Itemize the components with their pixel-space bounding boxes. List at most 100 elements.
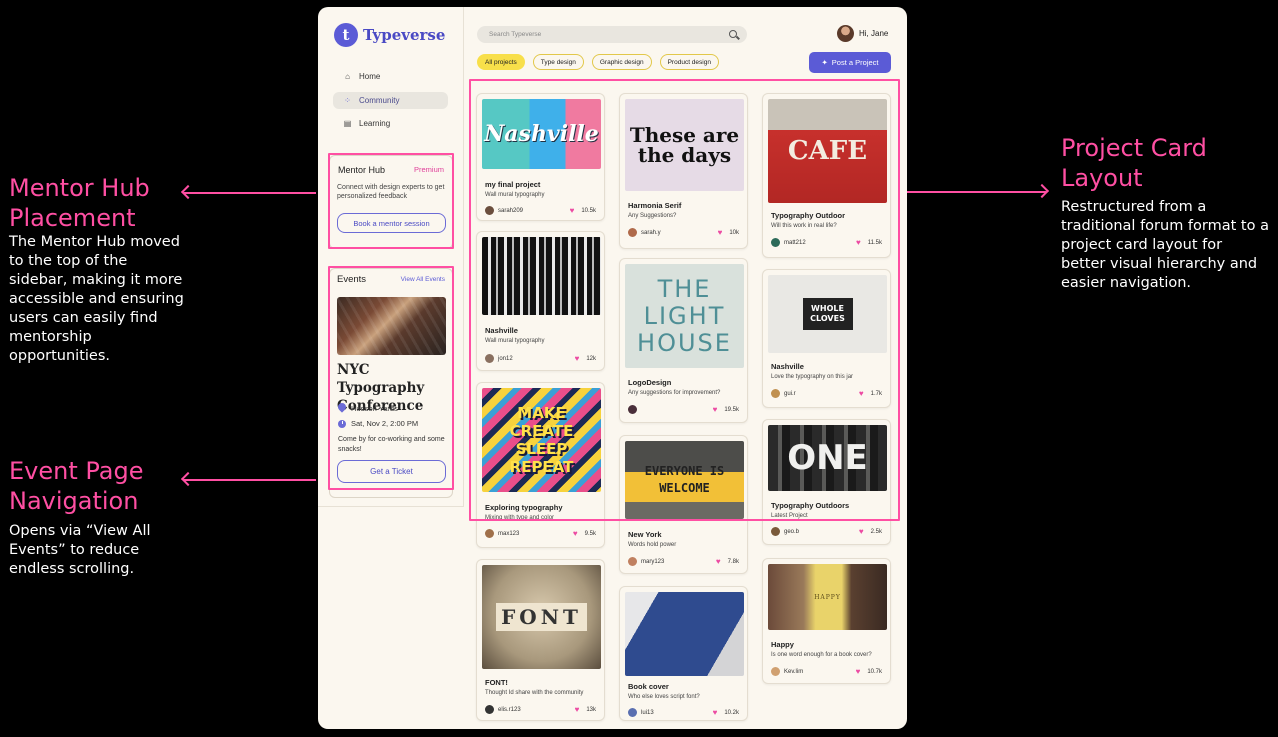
project-title: Exploring typography <box>485 503 563 512</box>
events-title: Events <box>337 274 367 285</box>
user-menu[interactable]: Hi, Jane <box>837 25 888 42</box>
project-card[interactable]: HAPPY Happy Is one word enough for a boo… <box>762 558 891 684</box>
filter-product-design[interactable]: Product design <box>659 54 719 70</box>
heart-icon[interactable]: ♥ <box>573 529 578 538</box>
event-location-text: Hudson Yards <box>351 403 398 413</box>
sidebar-item-learning[interactable]: ▤ Learning <box>333 115 448 132</box>
project-card[interactable]: Nashville Wall mural typography jon12 ♥ … <box>476 231 605 371</box>
project-user: lui13 <box>641 709 654 716</box>
logo[interactable]: t Typeverse <box>334 23 445 47</box>
project-image <box>482 237 601 315</box>
heart-icon[interactable]: ♥ <box>713 405 718 414</box>
mentor-hub-panel: Mentor Hub Premium Connect with design e… <box>329 155 453 249</box>
project-title: Typography Outdoor <box>771 211 846 220</box>
heart-icon[interactable]: ♥ <box>718 228 723 237</box>
project-meta: jon12 ♥ 12k <box>485 354 596 363</box>
filter-type-design[interactable]: Type design <box>532 54 584 70</box>
heart-icon[interactable]: ♥ <box>716 557 721 566</box>
search-placeholder: Search Typeverse <box>489 31 542 38</box>
like-count: 9.5k <box>584 530 596 537</box>
avatar <box>771 238 780 247</box>
location-pin-icon <box>338 403 346 413</box>
annotation-events-desc: Opens via “View All Events” to reduce en… <box>9 523 151 577</box>
project-card[interactable]: These are the days Harmonia Serif Any Su… <box>619 93 748 249</box>
project-subtitle: Thought Id share with the community <box>485 690 584 696</box>
logo-icon: t <box>334 23 358 47</box>
project-subtitle: Will this work in real life? <box>771 223 837 229</box>
project-card[interactable]: WHOLE CLOVES Nashville Love the typograp… <box>762 269 891 408</box>
project-meta: ♥ 19.5k <box>628 405 739 414</box>
project-image: ONE <box>768 425 887 491</box>
heart-icon[interactable]: ♥ <box>856 667 861 676</box>
project-image: HAPPY <box>768 564 887 630</box>
project-subtitle: Latest Project <box>771 513 808 519</box>
heart-icon[interactable]: ♥ <box>713 708 718 717</box>
project-user: mary123 <box>641 558 665 565</box>
annotation-cards-desc: Restructured from a traditional forum fo… <box>1061 199 1269 291</box>
project-card[interactable]: THE LIGHT HOUSE LogoDesign Any suggestio… <box>619 258 748 423</box>
post-project-label: Post a Project <box>831 58 879 67</box>
project-subtitle: Any Suggestions? <box>628 213 677 219</box>
heart-icon[interactable]: ♥ <box>575 354 580 363</box>
annotation-mentor: Mentor Hub Placement The Mentor Hub move… <box>9 173 184 366</box>
project-subtitle: Words hold power <box>628 542 677 548</box>
like-count: 2.5k <box>870 528 882 535</box>
filter-chips: All projects Type design Graphic design … <box>477 54 719 70</box>
project-card[interactable]: Nashville my final project Wall mural ty… <box>476 93 605 221</box>
project-title: Typography Outdoors <box>771 501 850 510</box>
project-meta: lui13 ♥ 10.2k <box>628 708 739 717</box>
annotation-events-title: Event Page Navigation <box>9 457 144 515</box>
book-icon: ▤ <box>343 119 352 128</box>
project-card[interactable]: CAFE Typography Outdoor Will this work i… <box>762 93 891 258</box>
heart-icon[interactable]: ♥ <box>570 206 575 215</box>
project-card[interactable]: MAKE CREATE SLEEP REPEAT Exploring typog… <box>476 382 605 548</box>
heart-icon[interactable]: ♥ <box>859 527 864 536</box>
project-user: matt212 <box>784 239 806 246</box>
avatar <box>628 405 637 414</box>
project-meta: mary123 ♥ 7.8k <box>628 557 739 566</box>
project-image <box>625 592 744 676</box>
project-meta: sarah.y ♥ 10k <box>628 228 739 237</box>
app-window: t Typeverse ⌂ Home ⁘ Community ▤ Learnin… <box>318 7 907 729</box>
project-card[interactable]: ONE Typography Outdoors Latest Project g… <box>762 419 891 545</box>
event-image <box>337 297 446 355</box>
annotation-cards-title: Project Card Layout <box>1061 134 1207 192</box>
like-count: 1.7k <box>870 390 882 397</box>
event-date: Sat, Nov 2, 2:00 PM <box>338 419 418 428</box>
project-meta: elis.r123 ♥ 13k <box>485 705 596 714</box>
view-all-events-link[interactable]: View All Events <box>401 276 445 283</box>
get-ticket-button[interactable]: Get a Ticket <box>337 460 446 483</box>
project-image-text: These are the days <box>629 123 740 167</box>
project-title: Happy <box>771 640 794 649</box>
project-card[interactable]: Book cover Who else loves script font? l… <box>619 586 748 721</box>
like-count: 10.7k <box>867 668 882 675</box>
heart-icon[interactable]: ♥ <box>856 238 861 247</box>
sidebar-item-community[interactable]: ⁘ Community <box>333 91 448 109</box>
post-project-button[interactable]: ✦ Post a Project <box>809 52 891 73</box>
heart-icon[interactable]: ♥ <box>859 389 864 398</box>
sidebar-item-label: Community <box>359 95 400 105</box>
avatar <box>485 354 494 363</box>
event-desc: Come by for co-working and some snacks! <box>338 436 445 453</box>
premium-badge: Premium <box>413 165 444 174</box>
home-icon: ⌂ <box>345 72 350 81</box>
filter-graphic-design[interactable]: Graphic design <box>591 54 652 70</box>
book-mentor-button[interactable]: Book a mentor session <box>337 213 446 233</box>
avatar <box>771 389 780 398</box>
project-card[interactable]: EVERYONE IS WELCOME New York Words hold … <box>619 435 748 574</box>
project-user: geo.b <box>784 528 800 535</box>
search-icon[interactable] <box>729 30 737 38</box>
project-subtitle: Is one word enough for a book cover? <box>771 652 872 658</box>
search-input[interactable]: Search Typeverse <box>477 26 747 43</box>
avatar <box>771 527 780 536</box>
project-card[interactable]: FONT FONT! Thought Id share with the com… <box>476 559 605 721</box>
annotation-events: Event Page Navigation Opens via “View Al… <box>9 456 184 579</box>
sidebar-item-home[interactable]: ⌂ Home <box>333 68 448 85</box>
avatar <box>628 708 637 717</box>
project-title: Book cover <box>628 682 669 691</box>
filter-all-projects[interactable]: All projects <box>477 54 525 70</box>
heart-icon[interactable]: ♥ <box>575 705 580 714</box>
project-image-text: THE LIGHT HOUSE <box>637 274 732 357</box>
avatar <box>485 529 494 538</box>
project-subtitle: Wall mural typography <box>485 192 545 198</box>
